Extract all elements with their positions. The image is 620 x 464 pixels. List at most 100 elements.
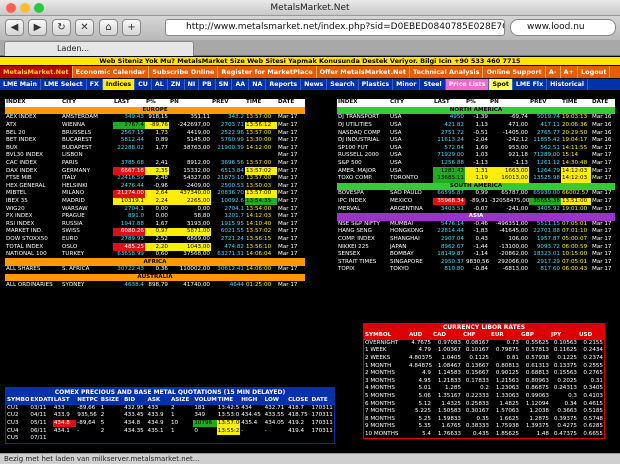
table-row[interactable]: BET INDEX BUCAREST 5812.44 0,89 5145,00 5760.…	[5, 137, 305, 145]
column-header[interactable]: PN	[489, 99, 529, 107]
column-header[interactable]: DATE	[277, 99, 305, 107]
metals-column-header[interactable]: CLOSE	[287, 397, 311, 405]
libor-row[interactable]: 6 MONTHS 5.12 1.4325 0.25833 1.4825 1.12094 0.…	[364, 400, 604, 408]
metals-column-header[interactable]: TIME	[216, 397, 241, 405]
column-header[interactable]: DATE	[591, 99, 615, 107]
forward-button[interactable]: ▶	[28, 19, 47, 36]
sub-nav-item[interactable]: Indices	[102, 79, 136, 90]
libor-column-header[interactable]: AUD	[408, 332, 432, 340]
metals-column-header[interactable]: VOLUME	[193, 397, 217, 405]
sub-nav-item[interactable]: Reports	[266, 79, 302, 90]
main-nav-item[interactable]: Offer MetalsMarket.Net	[317, 66, 410, 78]
table-row[interactable]: IBEX 35 MADRID 10319.1 2,24 2265,00 10092.6 13…	[5, 197, 305, 206]
main-nav-item[interactable]: Online Support	[483, 66, 546, 78]
table-row[interactable]: AEX INDEX AMSTERDAM 349.43 918,15 351,11 343.…	[5, 114, 305, 122]
column-header[interactable]: PREV	[529, 99, 561, 107]
metals-column-header[interactable]: EXDATE	[29, 397, 53, 405]
table-row[interactable]: TOXO COMP. TORONTO 13685.11 1,19 16013,00 135…	[337, 174, 615, 183]
zoom-window-button[interactable]	[34, 3, 44, 13]
sub-nav-item[interactable]: News	[301, 79, 328, 90]
libor-row[interactable]: 9 MONTHS 5.35 1.6765 0.38333 1.75938 1.39375 0…	[364, 423, 604, 431]
main-nav-item[interactable]: Economic Calendar	[73, 66, 150, 78]
table-row[interactable]: MARKET IND. SWISS 6080.26 0,97 5871,00 6021.5…	[5, 228, 305, 236]
sub-nav-item[interactable]: Price Lists	[445, 79, 490, 90]
libor-row[interactable]: 2 MONTHS 4.9 1.14583 0.15667 0.90125 0.68813 0…	[364, 370, 604, 378]
column-header[interactable]: LAST	[113, 99, 145, 107]
metals-column-header[interactable]: LAST	[52, 397, 77, 405]
libor-column-header[interactable]: CHF	[462, 332, 490, 340]
metals-column-header[interactable]: BSIZE	[99, 397, 124, 405]
table-row[interactable]: RUSSELL 2000 USA 71929.00 1,03 921,18 71289,0…	[337, 152, 615, 160]
metals-column-header[interactable]: ASIZE	[169, 397, 194, 405]
metals-row[interactable]: CU103/11433-89,661432.95433218113:42:584…	[6, 405, 334, 413]
table-row[interactable]: MERVAL ARGENTINA 3403.51 -0,07 -241,00 3405.9…	[337, 205, 615, 213]
table-row[interactable]: WIG20 WARSAW 2704.1 0,00 0,00 2704.1 13:54:00 M…	[5, 205, 305, 213]
table-row[interactable]: BVL30 INDEX LISBON Mar 17	[5, 152, 305, 160]
libor-column-header[interactable]: CAD	[432, 332, 462, 340]
libor-row[interactable]: 2 WEEKS 4.80375 1.0405 0.1125 0.81 0.57938 0.1…	[364, 355, 604, 363]
tab-loading[interactable]: Laden...	[4, 41, 194, 56]
libor-column-header[interactable]: SYMBOL	[364, 332, 408, 340]
metals-row[interactable]: CU406/11434.1-2434.35435.11013:55:22--41…	[6, 427, 334, 435]
sub-nav-item[interactable]: AA	[232, 79, 250, 90]
sub-nav-item[interactable]: LME Main	[0, 79, 41, 90]
main-nav-item[interactable]: MetalsMarket.Net	[0, 66, 73, 78]
sub-nav-item[interactable]: PB	[199, 79, 216, 90]
sub-nav-item[interactable]: Minor	[393, 79, 421, 90]
libor-row[interactable]: 4 MONTHS 5.01 1.285 0.2 1.23063 0.86875 0.2431…	[364, 385, 604, 393]
table-row[interactable]: ALL ORDINARIES SYDNEY 4638.4 898,79 41740,00…	[5, 281, 305, 289]
main-nav-item[interactable]: Subscribe Online	[149, 66, 219, 78]
column-header[interactable]: LAST	[433, 99, 465, 107]
metals-column-header[interactable]: BID	[123, 397, 147, 405]
libor-column-header[interactable]: GBP	[520, 332, 550, 340]
metals-row[interactable]: CU3 05/11 434.8 -89,64 5 434.8 434.9 10 10796 13:…	[6, 419, 334, 428]
libor-row[interactable]: 3 MONTHS 4.95 1.21833 0.17833 1.21563 0.80963…	[364, 378, 604, 386]
table-row[interactable]: NATIONAL 100 TURKEY 63658.99 0,60 37568,00 63…	[5, 251, 305, 259]
metals-row[interactable]: CU5 07/11	[6, 435, 334, 443]
main-nav-item[interactable]: Technical Analysis	[410, 66, 484, 78]
column-header[interactable]: TIME	[245, 99, 277, 107]
sub-nav-item[interactable]: SN	[216, 79, 233, 90]
table-row[interactable]: TOTAL INDEX OSLO 485.25 2,20 1043,00 474.82 13…	[5, 243, 305, 251]
sub-nav-item[interactable]: LME Flx	[513, 79, 548, 90]
main-nav-item[interactable]: A+	[561, 66, 578, 78]
column-header[interactable]: P%	[465, 99, 489, 107]
column-header[interactable]: TIME	[561, 99, 591, 107]
table-row[interactable]: TOPIX TOKYO 810.80 -0,84 -6813,00 817.60 06:00…	[337, 266, 615, 274]
home-button[interactable]: ⌂	[99, 19, 118, 36]
back-button[interactable]: ◀	[5, 19, 24, 36]
sub-nav-item[interactable]: AL	[152, 79, 168, 90]
libor-row[interactable]: 7 MONTHS 5.225 1.50583 0.30167 1.57063 1.2038…	[364, 408, 604, 416]
table-row[interactable]: SP100 FUT USA 572.04 1,69 953,00 562.51 14:11:…	[337, 145, 615, 153]
table-row[interactable]: NIKKEI 225 JAPAN 8962.67 -1,44 -13100,00 9093…	[337, 243, 615, 251]
metals-column-header[interactable]: NETPC	[76, 397, 100, 405]
libor-row[interactable]: OVERNIGHT 4.7675 0.97083 0.08167 0.73 0.55625…	[364, 340, 604, 348]
reload-button[interactable]: ↻	[52, 19, 71, 36]
table-row[interactable]: ATX WIENNA 2767.4 -89,76 -242697,00 2703.71 13…	[5, 121, 305, 130]
table-row[interactable]: DJ UTILITIES USA 421.82 1,13 471,00 417.11 20:…	[337, 122, 615, 130]
metals-column-header[interactable]: LOW	[263, 397, 288, 405]
libor-column-header[interactable]: JPY	[550, 332, 578, 340]
main-nav-item[interactable]: A-	[546, 66, 561, 78]
column-header[interactable]: CITY	[61, 99, 113, 107]
metals-column-header[interactable]: ASK	[146, 397, 170, 405]
stop-button[interactable]: ✕	[75, 19, 94, 36]
table-row[interactable]: DJ INDUSTRIAL USA 11613.24 -2,04 -242,12 1185…	[337, 137, 615, 145]
sub-nav-item[interactable]: Spot	[489, 79, 513, 90]
minimize-window-button[interactable]	[20, 3, 30, 13]
main-nav-item[interactable]: Logout	[578, 66, 611, 78]
table-row[interactable]: PX INDEX PRAGUE 891.0 0,00 58,80 1201.7 14:12:…	[5, 213, 305, 221]
table-row[interactable]: HANG SENG HONGKONG 22814.44 -1,83 -41645,00 2…	[337, 228, 615, 236]
libor-row[interactable]: 10 MONTHS 5.4 1.76633 0.435 1.85625 1.48 0.473…	[364, 431, 604, 439]
libor-row[interactable]: 5 MONTHS 5.06 1.35167 0.22333 1.33063 0.99063…	[364, 393, 604, 401]
close-window-button[interactable]	[6, 3, 16, 13]
column-header[interactable]: P%	[145, 99, 169, 107]
address-bar[interactable]: http://www.metalsmarket.net/index.php?si…	[165, 19, 505, 36]
main-nav-item[interactable]: Register for MarketPlace	[218, 66, 317, 78]
table-row[interactable]: BUX BUDAPEST 22288.02 1,77 38763,00 21900.39 1…	[5, 145, 305, 153]
sub-nav-item[interactable]: CU	[135, 79, 152, 90]
libor-column-header[interactable]: USD	[578, 332, 604, 340]
metals-row[interactable]: CU2 04/11 433.9 935,56 2 433.45 433.9 1 349 13:53…	[6, 412, 334, 420]
sub-nav-item[interactable]: Plastics	[359, 79, 394, 90]
column-header[interactable]: CITY	[389, 99, 433, 107]
